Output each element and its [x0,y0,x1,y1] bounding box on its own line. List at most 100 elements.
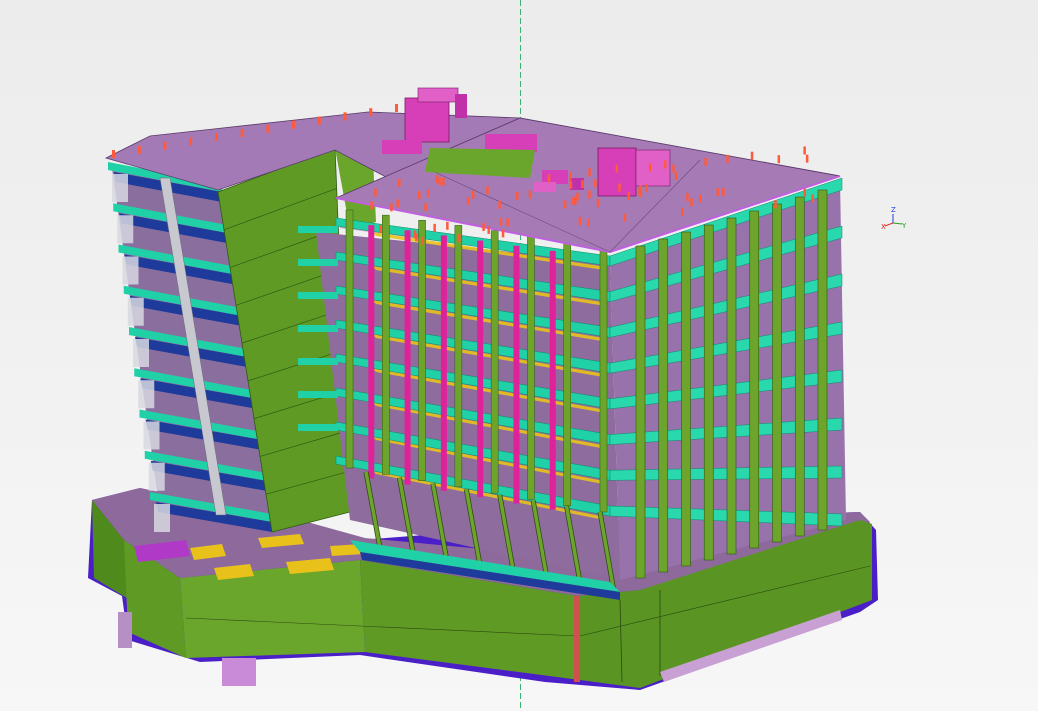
rebar-stub [576,192,579,201]
rebar-stub [645,183,648,192]
rebar-stub [674,171,678,180]
side-column [681,231,691,567]
side-column [772,203,782,543]
rebar-stub [487,225,490,234]
rebar-stub [446,221,449,230]
rebar-stub [596,198,600,207]
front-column [490,230,499,494]
front-column [563,240,571,506]
front-column [382,214,390,475]
balcony-edge-beam [298,226,338,233]
rebar-stub [415,233,418,242]
rooftop-unit [417,87,459,103]
rebar-stub [163,141,167,150]
interior-column [513,245,520,504]
rooftop-unit [542,170,568,184]
rebar-stub [137,145,141,154]
rebar-stub [427,189,430,198]
rebar-stub [396,199,400,208]
x-axis-label: X [881,223,886,231]
rebar-stub [214,133,218,142]
rebar-stub [699,194,702,203]
balcony-edge-beam [298,391,338,398]
rebar-stub [750,151,754,160]
rebar-stub [528,190,532,199]
front-column [418,220,426,481]
left-column [127,297,144,326]
rebar-stub [499,217,503,226]
balcony-edge-beam [298,259,338,266]
rebar-stub [777,155,781,164]
rebar-stub [516,191,519,200]
left-column [154,504,170,532]
rebar-stub [112,150,115,158]
rebar-stub [805,154,809,163]
interior-column [404,230,411,485]
rebar-stub [563,200,567,209]
rebar-stub [803,188,807,197]
rebar-stub [803,146,806,155]
rebar-stub [501,229,505,238]
rebar-stub [435,175,439,184]
right-tower[interactable] [298,117,846,600]
side-column [749,210,760,549]
rebar-stub [395,104,398,112]
y-axis-label: Y [901,222,907,230]
rebar-stub [398,178,401,187]
rebar-stub [587,218,590,227]
ramp-block [118,612,132,648]
rebar-stub [374,188,377,197]
interior-column [549,250,556,510]
rebar-stub [594,179,597,188]
rebar-stub [623,213,627,222]
left-column [133,339,149,367]
rebar-stub [639,189,643,198]
side-column [726,217,737,555]
rebar-stub [627,192,631,201]
rebar-stub [811,194,814,203]
podium-red-column [574,596,580,682]
3d-model-viewport[interactable]: X Y Z [0,0,1038,711]
rooftop-unit [382,140,422,154]
x-axis-line [884,222,894,227]
rebar-stub [588,190,591,199]
side-column [635,245,646,579]
rebar-stub [774,200,777,209]
side-column [658,238,669,573]
interior-column [477,240,484,498]
rebar-stub [726,154,729,163]
view-axes-gizmo[interactable]: X Y Z [881,206,907,231]
front-column [454,225,463,488]
rebar-stub [370,201,373,210]
y-axis-line [892,222,903,225]
balcony-edge-beam [298,358,338,365]
rebar-stub [672,164,675,173]
z-axis-label: Z [891,206,896,214]
rebar-stub [722,188,725,197]
rebar-stub [498,200,501,209]
rebar-stub [189,137,193,146]
rebar-stub [569,180,573,189]
balcony-edge-beam [298,325,338,332]
rebar-stub [424,203,427,212]
rebar-stub [240,129,244,138]
right-tower-columns [635,189,828,579]
rebar-stub [663,160,667,169]
rebar-stub [506,218,509,227]
rooftop-unit [534,182,556,192]
rebar-stub [390,203,393,212]
side-column [817,189,828,531]
rebar-stub [266,124,270,133]
rebar-stub [433,223,436,232]
side-column [794,196,805,537]
rebar-stub [317,116,321,125]
rebar-stub [581,180,584,189]
interior-column [368,225,375,479]
rebar-stub [648,163,652,172]
front-column [345,209,354,469]
left-column [148,462,165,491]
rooftop-unit [455,94,467,118]
rebar-stub [471,190,475,199]
rebar-stub [420,236,424,245]
rebar-stub [466,197,470,206]
